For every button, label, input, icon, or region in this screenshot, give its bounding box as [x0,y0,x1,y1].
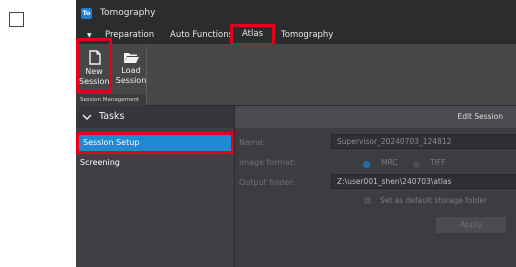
task-session-setup[interactable]: Session Setup [76,132,234,154]
task-screening[interactable]: Screening [76,154,234,171]
new-document-icon [89,50,101,65]
menu-bar: ▼ Preparation Auto Functions Atlas Tomog… [76,24,516,46]
app-title: Tomography [100,8,156,18]
edit-session-header: Edit Session [235,106,516,128]
menu-tomography[interactable]: Tomography [281,27,333,44]
default-folder-label: Set as default storage folder [380,196,488,205]
title-bar: To Tomography [76,0,516,27]
output-folder-label: Output folder: [239,178,296,187]
new-session-button[interactable]: New Session [76,38,112,93]
default-folder-checkbox[interactable] [363,196,372,205]
new-session-label: New Session [79,67,110,86]
load-session-button[interactable]: Load Session [114,46,148,94]
apply-button[interactable]: Apply [435,216,507,234]
radio-mrc[interactable] [363,161,370,168]
menu-preparation[interactable]: Preparation [105,27,154,44]
menu-auto-functions[interactable]: Auto Functions [170,27,233,44]
edit-session-panel: Edit Session Name: Supervisor_20240703_1… [234,106,516,267]
tasks-panel: Tasks Session Setup Screening [76,106,234,267]
name-field[interactable]: Supervisor_20240703_124812 [331,134,516,149]
tasks-title: Tasks [99,111,125,122]
output-folder-field[interactable]: Z:\user001_shen\240703\atlas [331,174,516,189]
tasks-header[interactable]: Tasks [76,106,234,128]
ribbon: New Session Load Session Session Managem… [76,38,516,106]
external-checkbox[interactable] [9,12,24,27]
load-session-label: Load Session [115,66,147,85]
radio-tiff[interactable] [413,161,420,168]
ribbon-group-label: Session Management [76,94,146,106]
radio-mrc-label: MRC [381,158,398,167]
radio-tiff-label: TIFF [430,158,446,167]
folder-open-icon [124,53,139,63]
menu-atlas[interactable]: Atlas [230,24,275,46]
name-label: Name: [239,138,266,147]
app-window: To Tomography ▼ Preparation Auto Functio… [76,0,516,267]
app-logo-icon: To [81,8,92,19]
ribbon-divider [146,46,147,104]
image-format-label: Image format: [239,158,296,167]
